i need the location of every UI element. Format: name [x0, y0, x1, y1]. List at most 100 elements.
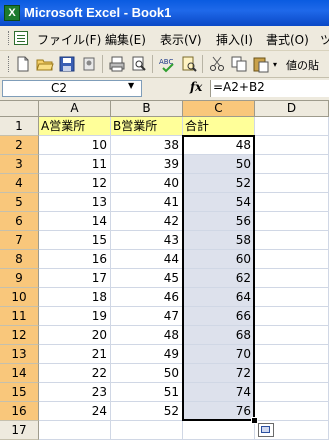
cell[interactable]	[255, 117, 329, 136]
cell[interactable]	[255, 402, 329, 421]
cell[interactable]	[255, 288, 329, 307]
select-all-corner[interactable]	[0, 101, 39, 117]
autofill-options-icon[interactable]	[258, 423, 274, 437]
cell[interactable]: 50	[183, 155, 255, 174]
row-header[interactable]: 12	[0, 326, 39, 345]
cell[interactable]: 48	[111, 326, 183, 345]
cell[interactable]: 66	[183, 307, 255, 326]
cell[interactable]: 19	[39, 307, 111, 326]
cell[interactable]	[255, 326, 329, 345]
menu-insert[interactable]: 挿入(I)	[216, 31, 253, 48]
print-icon[interactable]	[108, 55, 126, 73]
cell[interactable]	[255, 212, 329, 231]
cell[interactable]: 24	[39, 402, 111, 421]
row-header[interactable]: 11	[0, 307, 39, 326]
spelling-icon[interactable]: ABC	[158, 55, 176, 73]
cell[interactable]	[255, 155, 329, 174]
name-box-dropdown-icon[interactable]: ▼	[128, 81, 134, 90]
cell[interactable]: 18	[39, 288, 111, 307]
cell[interactable]	[255, 383, 329, 402]
cell[interactable]: 41	[111, 193, 183, 212]
row-header[interactable]: 9	[0, 269, 39, 288]
save-icon[interactable]	[58, 55, 76, 73]
toolbar-grip[interactable]	[8, 56, 12, 72]
cell[interactable]: 14	[39, 212, 111, 231]
copy-icon[interactable]	[230, 55, 248, 73]
cell[interactable]: 11	[39, 155, 111, 174]
cell[interactable]	[255, 193, 329, 212]
cell[interactable]	[255, 307, 329, 326]
cell[interactable]: 68	[183, 326, 255, 345]
cell[interactable]: 40	[111, 174, 183, 193]
menu-view[interactable]: 表示(V)	[160, 31, 202, 48]
menu-edit[interactable]: 編集(E)	[105, 31, 146, 48]
cell[interactable]: 23	[39, 383, 111, 402]
excel-icon[interactable]: X	[4, 5, 20, 21]
menu-grip[interactable]	[8, 31, 12, 45]
row-header[interactable]: 8	[0, 250, 39, 269]
cell[interactable]	[255, 250, 329, 269]
cell[interactable]: 39	[111, 155, 183, 174]
cell[interactable]: 22	[39, 364, 111, 383]
formula-input[interactable]: =A2+B2	[210, 80, 329, 97]
column-header-b[interactable]: B	[111, 101, 183, 117]
cell[interactable]	[255, 345, 329, 364]
row-header[interactable]: 16	[0, 402, 39, 421]
cell[interactable]: 38	[111, 136, 183, 155]
cell[interactable]	[255, 174, 329, 193]
cell[interactable]: 70	[183, 345, 255, 364]
cell[interactable]: 64	[183, 288, 255, 307]
insert-function-icon[interactable]: fx	[190, 80, 202, 94]
name-box[interactable]: C2	[2, 80, 142, 97]
cell[interactable]: 58	[183, 231, 255, 250]
cell[interactable]: 12	[39, 174, 111, 193]
cell[interactable]	[255, 136, 329, 155]
research-icon[interactable]	[180, 55, 198, 73]
column-header-d[interactable]: D	[255, 101, 329, 117]
cell[interactable]: 45	[111, 269, 183, 288]
column-header-c[interactable]: C	[183, 101, 255, 117]
cell[interactable]: 20	[39, 326, 111, 345]
column-header-a[interactable]: A	[39, 101, 111, 117]
row-header[interactable]: 4	[0, 174, 39, 193]
menu-file[interactable]: ファイル(F)	[37, 31, 101, 48]
row-header[interactable]: 7	[0, 231, 39, 250]
header-cell[interactable]: A営業所	[39, 117, 111, 136]
cell[interactable]: 62	[183, 269, 255, 288]
cell[interactable]: 60	[183, 250, 255, 269]
menu-tools[interactable]: ツ	[320, 31, 329, 48]
cell[interactable]: 15	[39, 231, 111, 250]
cell[interactable]: 76	[183, 402, 255, 421]
row-header[interactable]: 5	[0, 193, 39, 212]
cell[interactable]: 43	[111, 231, 183, 250]
header-cell[interactable]: 合計	[183, 117, 255, 136]
paste-icon[interactable]	[252, 55, 270, 73]
cell[interactable]: 46	[111, 288, 183, 307]
row-header[interactable]: 2	[0, 136, 39, 155]
row-header[interactable]: 14	[0, 364, 39, 383]
cell[interactable]: 13	[39, 193, 111, 212]
permission-icon[interactable]	[80, 55, 98, 73]
menu-format[interactable]: 書式(O)	[266, 31, 309, 48]
cell[interactable]: 51	[111, 383, 183, 402]
cell[interactable]: 44	[111, 250, 183, 269]
paste-dropdown-arrow-icon[interactable]: ▾	[273, 60, 277, 69]
cell[interactable]: 17	[39, 269, 111, 288]
row-header[interactable]: 15	[0, 383, 39, 402]
cut-icon[interactable]	[208, 55, 226, 73]
row-header[interactable]: 1	[0, 117, 39, 136]
cell[interactable]: 74	[183, 383, 255, 402]
workbook-icon[interactable]	[14, 31, 28, 45]
cell[interactable]: 42	[111, 212, 183, 231]
cell[interactable]	[255, 231, 329, 250]
cell[interactable]	[255, 364, 329, 383]
cell[interactable]: 52	[183, 174, 255, 193]
cell[interactable]: 54	[183, 193, 255, 212]
open-icon[interactable]	[36, 55, 54, 73]
cell[interactable]: 49	[111, 345, 183, 364]
row-header[interactable]: 13	[0, 345, 39, 364]
cell[interactable]: 10	[39, 136, 111, 155]
print-preview-icon[interactable]	[130, 55, 148, 73]
cell[interactable]: 48	[183, 136, 255, 155]
new-icon[interactable]	[14, 55, 32, 73]
